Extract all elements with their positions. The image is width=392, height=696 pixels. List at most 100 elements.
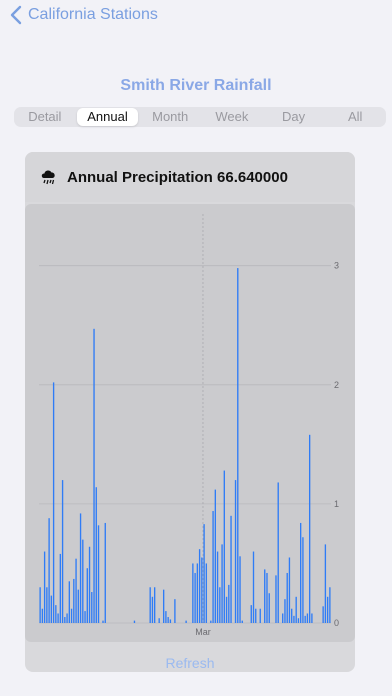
precip-bar xyxy=(68,581,70,623)
precip-bar xyxy=(61,480,64,623)
precip-bar xyxy=(304,615,306,623)
precip-bar xyxy=(266,572,268,623)
back-label: California Stations xyxy=(28,6,158,23)
precip-bar xyxy=(219,587,221,623)
precip-bar xyxy=(252,551,255,623)
precip-bar xyxy=(216,551,219,623)
chevron-left-icon xyxy=(10,5,22,25)
precip-bar xyxy=(194,572,196,623)
precip-bar xyxy=(55,605,57,623)
precip-bar xyxy=(302,537,304,623)
precip-bar xyxy=(66,613,68,623)
precip-bar xyxy=(239,556,241,623)
precip-bar xyxy=(205,563,208,623)
precip-bar xyxy=(311,613,313,623)
precip-bar xyxy=(73,578,75,623)
precip-bar xyxy=(64,617,66,623)
precip-bar xyxy=(97,525,100,623)
precip-bar xyxy=(322,606,324,623)
refresh-button[interactable]: Refresh xyxy=(25,655,355,671)
precip-bar xyxy=(41,608,44,623)
navigation-bar: California Stations xyxy=(0,0,392,34)
precip-bar xyxy=(255,608,257,623)
precip-bar xyxy=(46,587,48,623)
y-tick-label: 2 xyxy=(334,380,339,390)
precip-bar xyxy=(79,513,82,623)
precip-bar xyxy=(165,611,167,623)
precip-bar xyxy=(151,596,154,623)
y-tick-label: 3 xyxy=(334,261,339,271)
precip-bar xyxy=(86,568,88,623)
precip-bar xyxy=(162,589,165,623)
precip-bar xyxy=(196,563,199,623)
precip-bar xyxy=(88,546,91,623)
precip-bar xyxy=(154,587,156,623)
precip-bar xyxy=(75,558,77,623)
precip-bar xyxy=(221,544,223,623)
precip-bar xyxy=(329,587,331,623)
precip-bar xyxy=(48,518,50,623)
precip-bar xyxy=(284,599,286,623)
chart-area: 0 1 2 3 Mar xyxy=(25,204,355,642)
precip-bar xyxy=(250,605,252,623)
precip-bar xyxy=(158,618,160,623)
x-tick-label: Mar xyxy=(195,627,211,637)
precip-bar xyxy=(297,618,300,623)
precip-bar xyxy=(228,584,230,623)
tab-month[interactable]: Month xyxy=(139,107,201,127)
precip-bar xyxy=(174,599,176,623)
precip-bar xyxy=(201,557,203,623)
precip-bar xyxy=(286,572,288,623)
precip-bar xyxy=(241,620,243,623)
period-segmented-control: Detail Annual Month Week Day All xyxy=(14,107,386,127)
precip-bar xyxy=(84,611,86,623)
precip-bar xyxy=(259,608,261,623)
precip-bar xyxy=(57,613,59,623)
precip-bar xyxy=(288,557,291,623)
y-tick-label: 0 xyxy=(334,618,339,628)
tab-day[interactable]: Day xyxy=(263,107,325,127)
precip-bar xyxy=(225,596,228,623)
precip-bar xyxy=(70,608,73,623)
precipitation-card: Annual Precipitation 66.640000 0 1 2 3 Mar R… xyxy=(25,152,355,672)
precip-bar xyxy=(167,617,169,623)
precip-bar xyxy=(268,593,270,623)
cloud-rain-icon xyxy=(39,167,59,187)
precip-bar xyxy=(326,596,329,623)
precip-bar xyxy=(237,268,239,623)
precip-bar xyxy=(214,489,216,623)
precip-bar xyxy=(306,613,309,623)
precip-bar xyxy=(169,619,172,623)
precip-bar xyxy=(59,553,62,623)
precip-bar xyxy=(91,592,93,623)
precip-bar xyxy=(210,620,212,623)
precip-bar xyxy=(95,487,97,623)
precipitation-bar-chart: 0 1 2 3 Mar xyxy=(39,214,339,637)
tab-week[interactable]: Week xyxy=(201,107,263,127)
precip-bar xyxy=(223,470,225,623)
precip-bar xyxy=(102,620,104,623)
precip-bar xyxy=(93,328,95,623)
tab-detail[interactable]: Detail xyxy=(14,107,76,127)
precip-bar xyxy=(300,522,302,623)
back-button[interactable]: California Stations xyxy=(10,5,158,25)
tab-all[interactable]: All xyxy=(324,107,386,127)
precip-bar xyxy=(291,608,293,623)
precip-bar xyxy=(133,620,136,623)
precip-bar xyxy=(77,589,79,623)
card-title: Annual Precipitation 66.640000 xyxy=(67,168,288,186)
precip-bar xyxy=(295,596,297,623)
precip-bar xyxy=(230,515,232,623)
precip-bar xyxy=(212,511,214,623)
precip-bar xyxy=(43,551,46,623)
precip-bar xyxy=(234,480,237,623)
precip-bar xyxy=(149,587,151,623)
precip-bar xyxy=(198,549,201,623)
precip-bar xyxy=(293,615,295,623)
precip-bar xyxy=(185,620,187,623)
page-title: Smith River Rainfall xyxy=(120,77,272,94)
y-tick-label: 1 xyxy=(334,499,339,509)
precip-bar xyxy=(203,524,205,623)
precip-bar xyxy=(275,575,277,623)
tab-annual[interactable]: Annual xyxy=(76,108,139,126)
